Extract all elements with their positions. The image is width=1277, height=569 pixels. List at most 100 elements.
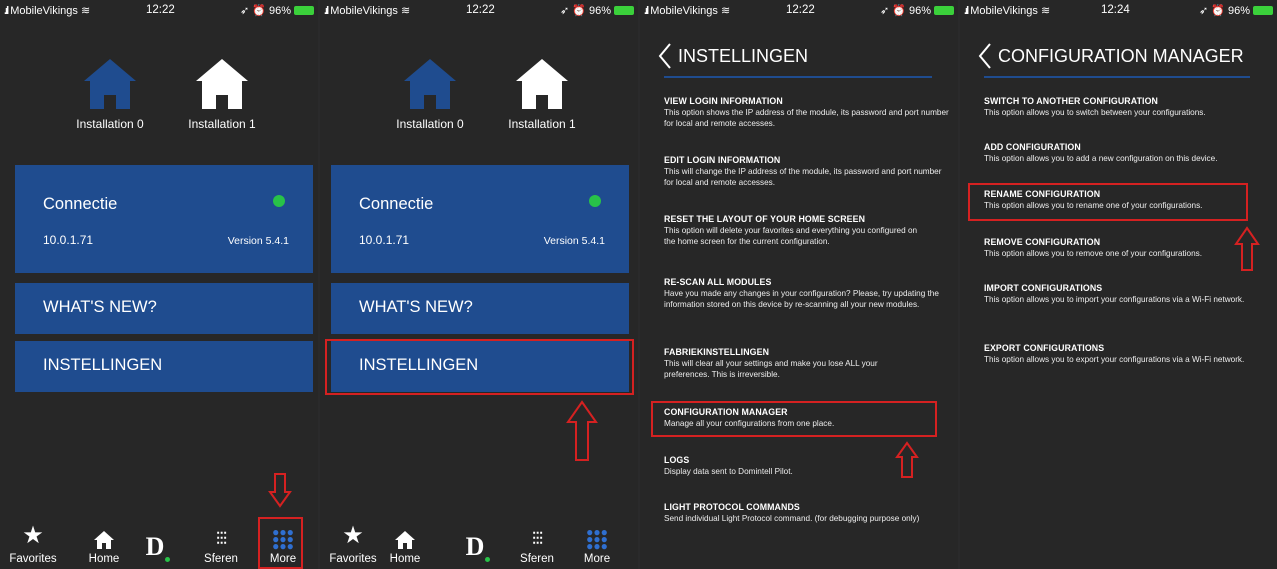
version-label: Version 5.4.1: [227, 235, 289, 247]
option-title: SWITCH TO ANOTHER CONFIGURATION: [984, 96, 1158, 106]
installation-1[interactable]: Installation 1: [487, 55, 597, 131]
option-desc: This option shows the IP address of the …: [664, 108, 949, 128]
online-dot-icon: [485, 557, 491, 562]
alarm-icon: ⏰: [892, 5, 906, 17]
page-title: CONFIGURATION MANAGER: [998, 45, 1244, 66]
installation-label: Installation 0: [76, 117, 144, 131]
option-switch-configuration[interactable]: SWITCH TO ANOTHER CONFIGURATION This opt…: [984, 96, 1274, 118]
location-icon: ➶: [1199, 5, 1209, 17]
back-chevron-icon[interactable]: [658, 42, 672, 70]
title-underline: [664, 76, 932, 78]
screen-configuration-manager: .ıl MobileVikings ≋ 12:24 ➶ ⏰ 96% CONFIGUR…: [960, 0, 1277, 569]
option-add-configuration[interactable]: ADD CONFIGURATION This option allows you…: [984, 142, 1274, 164]
tab-domintell[interactable]: D: [133, 532, 183, 565]
option-remove-configuration[interactable]: REMOVE CONFIGURATION This option allows …: [984, 237, 1234, 259]
option-view-login[interactable]: VIEW LOGIN INFORMATION This option shows…: [664, 96, 950, 129]
house-icon: [404, 59, 456, 109]
status-bar: .ıl MobileVikings ≋ 12:22 ➶ ⏰ 96%: [640, 0, 958, 20]
installation-0[interactable]: Installation 0: [55, 55, 165, 131]
tab-label: Home: [389, 553, 421, 565]
connection-tile[interactable]: Connectie 10.0.1.71 Version 5.4.1: [331, 165, 629, 273]
option-desc: Display data sent to Domintell Pilot.: [664, 467, 793, 476]
clock: 12:22: [786, 4, 815, 16]
option-title: ADD CONFIGURATION: [984, 142, 1081, 152]
highlight-box: [651, 401, 937, 437]
option-desc: This will clear all your settings and ma…: [664, 359, 878, 379]
tab-home[interactable]: Home: [380, 522, 430, 565]
installation-0[interactable]: Installation 0: [375, 55, 485, 131]
tab-sferen[interactable]: ⫶⫶⫶ Sferen: [512, 522, 562, 565]
screen-settings: .ıl MobileVikings ≋ 12:22 ➶ ⏰ 96% INSTELLI…: [640, 0, 958, 569]
carrier-label: MobileVikings: [650, 5, 718, 17]
battery-icon: [294, 6, 314, 15]
settings-label: INSTELLINGEN: [43, 356, 163, 374]
tab-more[interactable]: ●●● ●●● ●●● More: [572, 522, 622, 565]
option-title: LOGS: [664, 455, 690, 465]
home-icon: [395, 531, 415, 549]
domintell-logo-icon: D: [465, 532, 485, 561]
battery-icon: [614, 6, 634, 15]
highlight-box: [968, 183, 1248, 221]
alarm-icon: ⏰: [1211, 5, 1225, 17]
tab-favorites[interactable]: ★ Favorites: [328, 522, 378, 565]
clock: 12:22: [466, 4, 495, 16]
home-icon: [94, 531, 114, 549]
option-title: EXPORT CONFIGURATIONS: [984, 343, 1105, 353]
whats-new-label: WHAT'S NEW?: [43, 298, 157, 316]
option-factory-settings[interactable]: FABRIEKINSTELLINGEN This will clear all …: [664, 347, 924, 380]
nav-header: INSTELLINGEN: [658, 42, 808, 70]
nav-header: CONFIGURATION MANAGER: [978, 42, 1244, 70]
house-icon: [196, 59, 248, 109]
option-title: EDIT LOGIN INFORMATION: [664, 155, 781, 165]
tab-home[interactable]: Home: [79, 522, 129, 565]
battery-percent: 96%: [268, 4, 291, 17]
option-title: FABRIEKINSTELLINGEN: [664, 347, 770, 357]
status-bar: .ıl MobileVikings ≋ 12:22 ➶ ⏰ 96%: [0, 0, 318, 20]
option-import-configurations[interactable]: IMPORT CONFIGURATIONS This option allows…: [984, 283, 1254, 305]
status-bar: .ıl MobileVikings ≋ 12:22 ➶ ⏰ 96%: [320, 0, 638, 20]
back-chevron-icon[interactable]: [978, 42, 992, 70]
title-underline: [984, 76, 1250, 78]
whats-new-button[interactable]: WHAT'S NEW?: [331, 283, 629, 334]
option-edit-login[interactable]: EDIT LOGIN INFORMATION This will change …: [664, 155, 950, 188]
option-rescan-modules[interactable]: RE-SCAN ALL MODULES Have you made any ch…: [664, 277, 950, 310]
option-title: RESET THE LAYOUT OF YOUR HOME SCREEN: [664, 214, 866, 224]
option-export-configurations[interactable]: EXPORT CONFIGURATIONS This option allows…: [984, 343, 1254, 365]
tab-bar: ★ Favorites Home D ⫶⫶⫶ Sferen ●●● ●●● ●●● …: [320, 509, 638, 569]
tab-favorites[interactable]: ★ Favorites: [8, 522, 58, 565]
option-title: VIEW LOGIN INFORMATION: [664, 96, 783, 106]
star-icon: ★: [342, 522, 364, 549]
star-icon: ★: [22, 522, 44, 549]
whats-new-button[interactable]: WHAT'S NEW?: [15, 283, 313, 334]
house-icon: [84, 59, 136, 109]
up-arrow-icon: [566, 400, 598, 461]
alarm-icon: ⏰: [252, 5, 266, 17]
tab-label: More: [583, 553, 611, 565]
sliders-icon: ⫶⫶⫶: [215, 529, 227, 549]
option-title: REMOVE CONFIGURATION: [984, 237, 1101, 247]
option-desc: This option will delete your favorites a…: [664, 226, 918, 246]
installation-1[interactable]: Installation 1: [167, 55, 277, 131]
option-light-protocol[interactable]: LIGHT PROTOCOL COMMANDS Send individual …: [664, 502, 950, 524]
version-label: Version 5.4.1: [543, 235, 605, 247]
domintell-logo-icon: D: [145, 532, 165, 561]
connection-tile[interactable]: Connectie 10.0.1.71 Version 5.4.1: [15, 165, 313, 273]
carrier-label: MobileVikings: [330, 5, 398, 17]
carrier-label: MobileVikings: [10, 5, 78, 17]
option-logs[interactable]: LOGS Display data sent to Domintell Pilo…: [664, 455, 894, 477]
option-reset-layout[interactable]: RESET THE LAYOUT OF YOUR HOME SCREEN Thi…: [664, 214, 926, 247]
wifi-icon: ≋: [720, 5, 731, 17]
tab-domintell[interactable]: D: [453, 532, 503, 565]
location-icon: ➶: [880, 5, 890, 17]
option-desc: This will change the IP address of the m…: [664, 167, 942, 187]
status-online-indicator: [589, 195, 601, 207]
wifi-icon: ≋: [80, 5, 91, 17]
ip-address: 10.0.1.71: [43, 233, 94, 247]
screen-home-2: .ıl MobileVikings ≋ 12:22 ➶ ⏰ 96% Installa…: [320, 0, 638, 569]
page-title: INSTELLINGEN: [678, 45, 809, 66]
settings-button[interactable]: INSTELLINGEN: [15, 341, 313, 392]
connection-title: Connectie: [359, 195, 434, 213]
ip-address: 10.0.1.71: [359, 233, 410, 247]
installation-label: Installation 1: [188, 117, 256, 131]
tab-sferen[interactable]: ⫶⫶⫶ Sferen: [196, 522, 246, 565]
